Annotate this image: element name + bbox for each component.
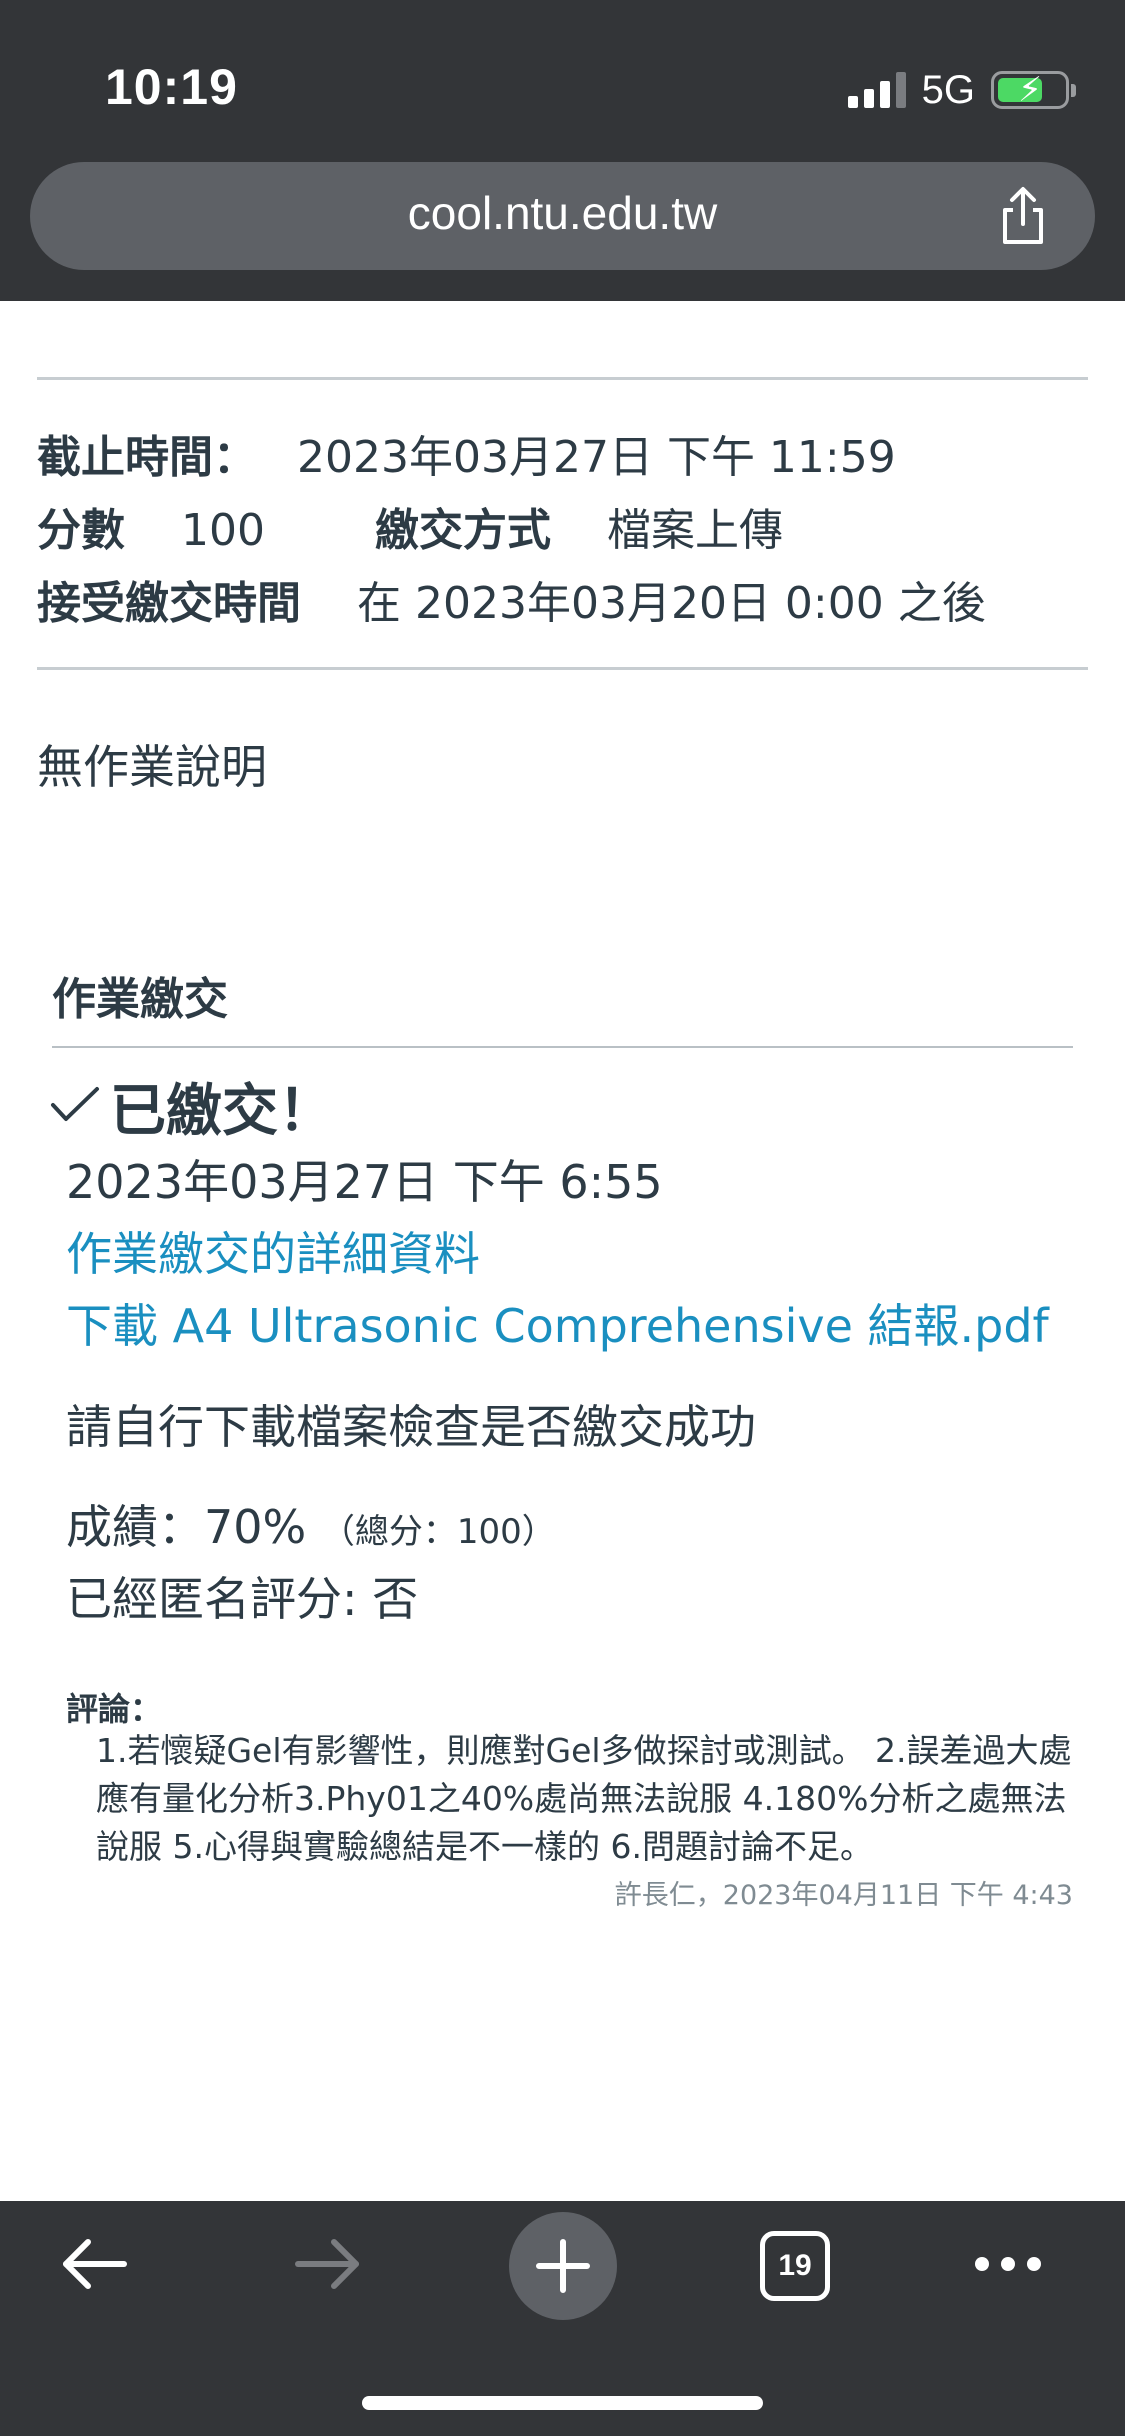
more-menu-button[interactable]	[948, 2201, 1068, 2331]
share-icon[interactable]	[991, 184, 1055, 248]
submitted-label: 已繳交！	[110, 1079, 334, 1144]
check-notice: 請自行下載檔案檢查是否繳交成功	[66, 1400, 756, 1454]
grade-value: 成績：70%	[66, 1500, 307, 1554]
signal-icon	[847, 72, 906, 108]
comments-label: 評論：	[66, 1690, 163, 1728]
points-label: 分數	[37, 505, 125, 556]
due-value: 2023年03月27日 下午 11:59	[297, 432, 896, 483]
comment-author: 許長仁，2023年04月11日 下午 4:43	[614, 1880, 1073, 1911]
grade-total: （總分：100）	[320, 1512, 556, 1552]
home-indicator	[362, 2396, 763, 2410]
due-row: 截止時間： 2023年03月27日 下午 11:59	[37, 421, 896, 485]
submission-details-link[interactable]: 作業繳交的詳細資料	[66, 1218, 480, 1284]
grade-row: 成績：70% （總分：100）	[66, 1491, 556, 1557]
arrow-left-icon	[58, 2234, 130, 2298]
divider-middle	[37, 667, 1088, 670]
divider-top	[37, 377, 1088, 380]
more-icon	[972, 2254, 1044, 2278]
download-file-link[interactable]: 下載 A4 Ultrasonic Comprehensive 結報.pdf	[66, 1290, 1049, 1356]
submission-type-value: 檔案上傳	[606, 505, 783, 556]
assignment-page: 截止時間： 2023年03月27日 下午 11:59 分數 100 繳交方式 檔…	[0, 301, 1125, 2201]
network-label: 5G	[921, 67, 975, 112]
submission-type-label: 繳交方式	[374, 505, 551, 556]
url-bar[interactable]: cool.ntu.edu.tw	[30, 162, 1095, 270]
assignment-description: 無作業說明	[37, 740, 267, 794]
check-icon	[50, 1074, 100, 1139]
status-indicators: 5G ⚡	[847, 66, 1076, 114]
submitted-status: 已繳交！	[50, 1066, 334, 1147]
back-button[interactable]	[34, 2201, 154, 2331]
divider-submission	[52, 1046, 1073, 1048]
plus-icon	[509, 2212, 617, 2320]
comment-text: 1.若懷疑Gel有影響性，則應對Gel多做探討或測試。 2.誤差過大處應有量化分…	[96, 1731, 1072, 1866]
browser-top-chrome: 10:19 5G ⚡ cool.ntu.edu.tw	[0, 0, 1125, 301]
anonymous-grading: 已經匿名評分: 否	[66, 1572, 419, 1626]
submission-section-title: 作業繳交	[52, 974, 228, 1025]
battery-icon: ⚡	[991, 70, 1076, 110]
points-value: 100	[181, 505, 265, 556]
status-time: 10:19	[105, 59, 238, 115]
tabs-button[interactable]: 19	[735, 2201, 855, 2331]
forward-button[interactable]	[268, 2201, 388, 2331]
url-text: cool.ntu.edu.tw	[407, 187, 718, 239]
due-label: 截止時間：	[37, 432, 257, 483]
new-tab-button[interactable]	[503, 2201, 623, 2331]
arrow-right-icon	[292, 2234, 364, 2298]
tab-count: 19	[760, 2231, 830, 2301]
available-row: 接受繳交時間 在 2023年03月20日 0:00 之後	[37, 567, 986, 631]
points-row: 分數 100 繳交方式 檔案上傳	[37, 494, 783, 558]
available-value: 在 2023年03月20日 0:00 之後	[357, 578, 986, 629]
submitted-at: 2023年03月27日 下午 6:55	[66, 1155, 663, 1209]
available-label: 接受繳交時間	[37, 578, 301, 629]
